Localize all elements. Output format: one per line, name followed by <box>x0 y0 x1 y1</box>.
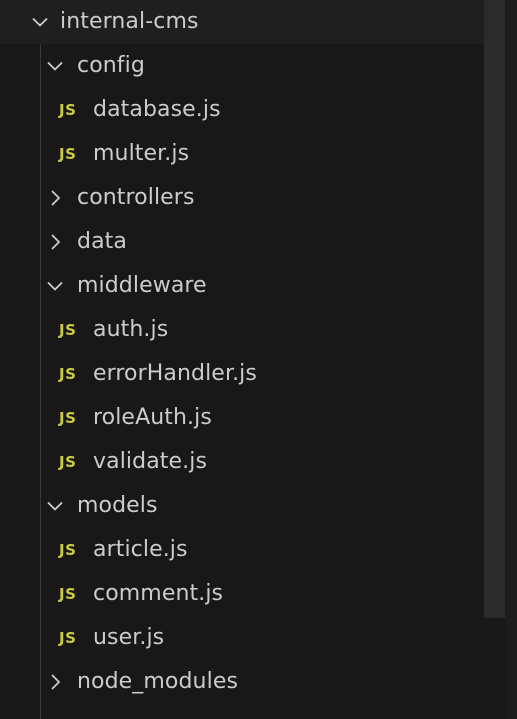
file-errorhandler-js[interactable]: JS errorHandler.js <box>0 352 484 396</box>
scrollbar-edge <box>505 0 517 719</box>
folder-label: controllers <box>77 185 195 210</box>
file-auth-js[interactable]: JS auth.js <box>0 308 484 352</box>
chevron-right-icon <box>45 232 65 252</box>
folder-label: node_modules <box>77 669 239 694</box>
chevron-right-icon <box>45 188 65 208</box>
folder-label: config <box>77 53 145 78</box>
chevron-right-icon <box>45 672 65 692</box>
javascript-file-icon: JS <box>59 585 77 603</box>
chevron-down-icon <box>45 496 65 516</box>
file-label: comment.js <box>93 581 224 606</box>
folder-label: middleware <box>77 273 207 298</box>
file-comment-js[interactable]: JS comment.js <box>0 572 484 616</box>
file-label: auth.js <box>93 317 169 342</box>
javascript-file-icon: JS <box>59 101 77 119</box>
folder-data[interactable]: data <box>0 220 484 264</box>
javascript-file-icon: JS <box>59 629 77 647</box>
file-multer-js[interactable]: JS multer.js <box>0 132 484 176</box>
javascript-file-icon: JS <box>59 453 77 471</box>
javascript-file-icon: JS <box>59 321 77 339</box>
file-roleauth-js[interactable]: JS roleAuth.js <box>0 396 484 440</box>
file-label: article.js <box>93 537 188 562</box>
file-label: errorHandler.js <box>93 361 257 386</box>
folder-label: internal-cms <box>60 9 199 34</box>
folder-config[interactable]: config <box>0 44 484 88</box>
javascript-file-icon: JS <box>59 145 77 163</box>
file-label: validate.js <box>93 449 208 474</box>
folder-middleware[interactable]: middleware <box>0 264 484 308</box>
file-label: database.js <box>93 97 221 122</box>
chevron-down-icon <box>45 56 65 76</box>
file-label: multer.js <box>93 141 190 166</box>
file-article-js[interactable]: JS article.js <box>0 528 484 572</box>
javascript-file-icon: JS <box>59 541 77 559</box>
folder-internal-cms[interactable]: internal-cms <box>0 0 484 44</box>
scrollbar-thumb[interactable] <box>484 0 505 618</box>
file-explorer: internal-cms config JS database.js JS mu… <box>0 0 517 719</box>
javascript-file-icon: JS <box>59 365 77 383</box>
folder-node-modules[interactable]: node_modules <box>0 660 484 704</box>
file-label: roleAuth.js <box>93 405 212 430</box>
javascript-file-icon: JS <box>59 409 77 427</box>
folder-label: models <box>77 493 158 518</box>
folder-label: data <box>77 229 127 254</box>
folder-controllers[interactable]: controllers <box>0 176 484 220</box>
chevron-down-icon <box>30 12 50 32</box>
file-validate-js[interactable]: JS validate.js <box>0 440 484 484</box>
file-database-js[interactable]: JS database.js <box>0 88 484 132</box>
file-label: user.js <box>93 625 165 650</box>
chevron-down-icon <box>45 276 65 296</box>
file-user-js[interactable]: JS user.js <box>0 616 484 660</box>
folder-models[interactable]: models <box>0 484 484 528</box>
